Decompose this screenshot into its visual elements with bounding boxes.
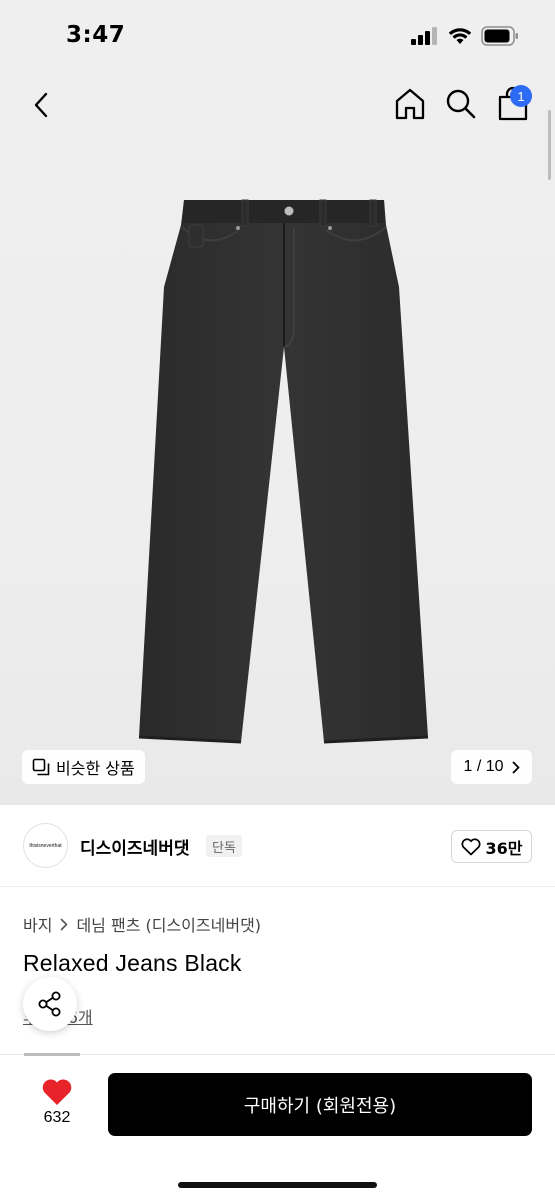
similar-products-button[interactable]: 비슷한 상품: [22, 750, 145, 784]
exclusive-badge: 단독: [206, 835, 242, 857]
share-icon: [38, 991, 61, 1017]
chevron-left-icon: [34, 92, 48, 118]
chevron-right-icon: [512, 761, 519, 773]
similar-products-label: 비슷한 상품: [56, 759, 135, 778]
wifi-icon: [448, 28, 472, 44]
search-button[interactable]: [444, 87, 478, 121]
status-bar: 3:47: [0, 0, 555, 70]
brand-name[interactable]: 디스이즈네버댓: [80, 834, 189, 859]
scrollbar[interactable]: [548, 110, 551, 180]
status-icons: [411, 26, 519, 46]
brand-row: thisisneverthat 디스이즈네버댓 단독 36만: [0, 805, 555, 887]
bottom-purchase-bar: 632 구매하기 (회원전용): [0, 1053, 555, 1200]
brand-like-button[interactable]: 36만: [451, 830, 532, 863]
product-image-gallery[interactable]: 비슷한 상품 1 / 10: [0, 70, 555, 805]
home-icon: [395, 88, 425, 120]
cellular-signal-icon: [411, 27, 437, 45]
home-button[interactable]: [392, 86, 428, 122]
product-photo-jeans: [138, 199, 429, 744]
brand-logo[interactable]: thisisneverthat: [23, 823, 68, 868]
home-indicator: [178, 1182, 377, 1188]
breadcrumb: 바지 데님 팬츠 (디스이즈네버댓): [23, 912, 261, 936]
search-icon: [446, 89, 476, 119]
cart-count-badge: 1: [510, 85, 532, 107]
battery-icon: [481, 26, 518, 46]
product-title: Relaxed Jeans Black: [23, 950, 242, 976]
back-button[interactable]: [26, 88, 56, 122]
brand-like-count: 36만: [485, 838, 523, 858]
similar-items-icon: [32, 758, 50, 776]
image-page-indicator[interactable]: 1 / 10: [451, 750, 532, 784]
breadcrumb-subcategory[interactable]: 데님 팬츠 (디스이즈네버댓): [76, 912, 261, 936]
brand-logo-text: thisisneverthat: [29, 842, 62, 849]
heart-filled-icon[interactable]: [41, 1077, 73, 1107]
section-tab-indicator: [24, 1053, 80, 1056]
wishlist-count: 632: [43, 1109, 71, 1126]
buy-button[interactable]: 구매하기 (회원전용): [108, 1073, 532, 1136]
breadcrumb-category[interactable]: 바지: [23, 912, 52, 936]
chevron-right-icon: [61, 918, 68, 930]
status-time: 3:47: [66, 22, 126, 48]
share-button[interactable]: [23, 977, 77, 1031]
page-indicator-text: 1 / 10: [463, 758, 504, 775]
heart-outline-icon: [460, 837, 481, 855]
